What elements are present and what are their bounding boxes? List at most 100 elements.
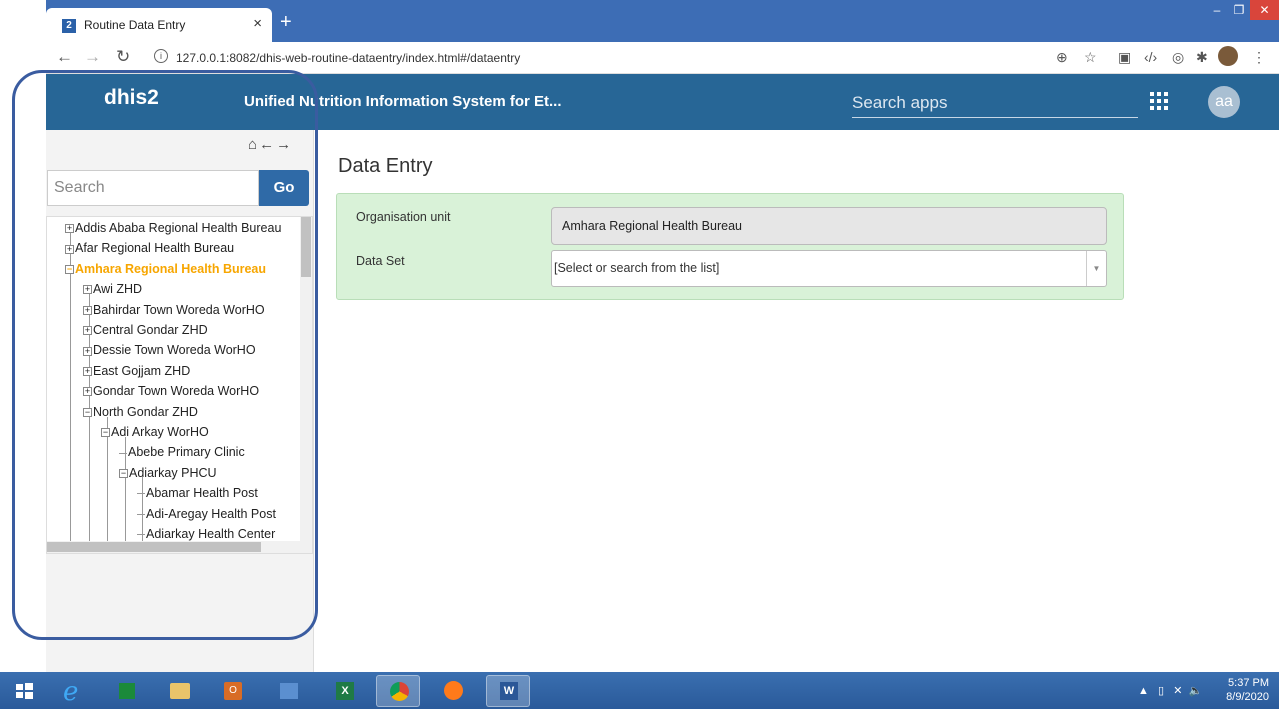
tree-horizontal-scroll-thumb[interactable] <box>47 542 261 552</box>
go-button[interactable]: Go <box>259 170 309 206</box>
menu-dots-icon[interactable]: ⋮ <box>1252 49 1266 66</box>
browser-tab[interactable]: 2 Routine Data Entry × <box>46 8 272 42</box>
collapse-icon[interactable]: − <box>83 407 92 417</box>
left-margin <box>0 0 46 672</box>
excel-icon[interactable]: X <box>323 675 367 707</box>
chrome-icon[interactable] <box>376 675 420 707</box>
forward-arrow-icon[interactable]: → <box>84 47 101 67</box>
extension-circle-icon[interactable]: ◎ <box>1172 49 1184 66</box>
expand-icon[interactable]: + <box>65 244 74 254</box>
tree-item[interactable]: Adi-Aregay Health Post <box>137 507 276 521</box>
reload-icon[interactable]: ↻ <box>116 47 130 67</box>
tree-item[interactable]: Abebe Primary Clinic <box>119 445 245 459</box>
expand-icon[interactable]: + <box>83 387 92 397</box>
tree-item[interactable]: Adiarkay Health Center <box>137 527 275 541</box>
bookmark-star-icon[interactable]: ☆ <box>1084 49 1097 66</box>
expand-icon[interactable]: + <box>83 285 92 295</box>
org-unit-label: Organisation unit <box>356 210 451 224</box>
tree-item-label: Adiarkay PHCU <box>129 465 217 480</box>
collapse-icon[interactable]: − <box>65 265 74 274</box>
tree-vertical-scroll-thumb[interactable] <box>301 217 311 277</box>
tree-item-label: Addis Ababa Regional Health Bureau <box>75 221 282 235</box>
expand-icon[interactable]: + <box>83 346 92 356</box>
data-set-label: Data Set <box>356 254 405 268</box>
tree-item[interactable]: − Amhara Regional Health Bureau <box>65 262 266 276</box>
tree-item-label: East Gojjam ZHD <box>93 363 191 378</box>
data-set-select[interactable]: [Select or search from the list] ▼ <box>551 250 1107 287</box>
extension-s-icon[interactable]: ▣ <box>1118 49 1131 66</box>
restore-icon[interactable]: ❐ <box>1228 0 1250 20</box>
collapse-icon[interactable]: − <box>119 469 128 478</box>
tree-forward-arrow-icon[interactable]: → <box>276 136 293 153</box>
expand-icon[interactable]: + <box>83 305 92 315</box>
tab-favicon-icon: 2 <box>62 19 76 33</box>
tree-leaf-connector <box>137 493 145 495</box>
clock-date: 8/9/2020 <box>1226 691 1269 703</box>
tree-item-label: Adi Arkay WorHO <box>111 425 209 439</box>
user-avatar[interactable]: aa <box>1208 86 1240 118</box>
org-unit-field[interactable]: Amhara Regional Health Bureau <box>551 207 1107 245</box>
expand-icon[interactable]: + <box>65 224 74 234</box>
tree-back-arrow-icon[interactable]: ← <box>259 136 276 153</box>
extension-code-icon[interactable]: ‹/› <box>1144 49 1157 65</box>
expand-icon[interactable]: + <box>83 367 92 376</box>
tree-item-label: Adi-Aregay Health Post <box>146 506 276 521</box>
tree-item[interactable]: − Adi Arkay WorHO <box>101 425 209 439</box>
zoom-icon[interactable]: ⊕ <box>1056 49 1068 66</box>
collapse-icon[interactable]: − <box>101 428 110 438</box>
tree-item[interactable]: Abamar Health Post <box>137 486 258 500</box>
windows-logo-icon <box>16 683 33 699</box>
start-button[interactable] <box>2 675 46 707</box>
system-tray-icons[interactable]: ▲ ▯ ✕ 🔈 <box>1138 684 1202 697</box>
tree-item[interactable]: + East Gojjam ZHD <box>83 364 190 378</box>
dhis2-logo[interactable]: dhis2 <box>104 86 159 110</box>
tree-item[interactable]: + Afar Regional Health Bureau <box>65 241 234 255</box>
app-title: Unified Nutrition Information System for… <box>244 93 562 110</box>
tree-item[interactable]: − North Gondar ZHD <box>83 405 198 419</box>
org-unit-sidebar: ⌂←→ Search Go + Addis Ababa Regional Heal… <box>46 130 314 672</box>
tree-item-label: Abebe Primary Clinic <box>128 445 245 460</box>
address-bar-url[interactable]: 127.0.0.1:8082/dhis-web-routine-dataentr… <box>176 51 520 65</box>
data-entry-form: Organisation unit Amhara Regional Health… <box>336 193 1124 300</box>
org-search-input[interactable]: Search <box>47 170 259 206</box>
site-info-icon[interactable]: i <box>154 49 168 63</box>
firefox-icon[interactable] <box>431 675 475 707</box>
tree-guide-line <box>70 231 71 541</box>
tab-title: Routine Data Entry <box>84 18 186 32</box>
tree-horizontal-scrollbar[interactable] <box>47 541 312 553</box>
tree-item-label: Gondar Town Woreda WorHO <box>93 384 260 399</box>
tree-item-label: Afar Regional Health Bureau <box>75 241 235 256</box>
new-tab-button[interactable]: + <box>280 12 292 32</box>
tab-close-icon[interactable]: × <box>253 15 262 32</box>
tree-leaf-connector <box>137 534 145 536</box>
profile-icon[interactable] <box>1218 46 1238 66</box>
apps-grid-icon[interactable] <box>1150 92 1168 110</box>
tree-item[interactable]: + Dessie Town Woreda WorHO <box>83 343 256 357</box>
store-icon[interactable] <box>105 675 149 707</box>
tree-leaf-connector <box>119 452 127 454</box>
expand-icon[interactable]: + <box>83 326 92 336</box>
file-explorer-icon[interactable] <box>158 675 202 707</box>
tree-nav-controls: ⌂←→ <box>248 136 293 153</box>
tree-item[interactable]: − Adiarkay PHCU <box>119 466 217 480</box>
clock[interactable]: 5:37 PM 8/9/2020 <box>1226 676 1269 704</box>
tree-item[interactable]: + Addis Ababa Regional Health Bureau <box>65 221 281 235</box>
tree-item-label: North Gondar ZHD <box>93 404 198 419</box>
tree-item[interactable]: + Central Gondar ZHD <box>83 323 208 337</box>
home-icon[interactable]: ⌂ <box>248 136 259 153</box>
close-window-icon[interactable]: ✕ <box>1250 0 1279 20</box>
back-arrow-icon[interactable]: ← <box>56 47 73 67</box>
org-unit-tree: + Addis Ababa Regional Health Bureau + Afar… <box>46 216 313 554</box>
minimize-icon[interactable]: – <box>1206 0 1228 20</box>
ie-icon[interactable]: e <box>51 675 95 707</box>
tree-vertical-scrollbar[interactable] <box>300 217 312 543</box>
outlook-icon[interactable]: O <box>211 675 255 707</box>
search-apps-input[interactable]: Search apps <box>852 88 1138 118</box>
network-app-icon[interactable] <box>267 675 311 707</box>
word-icon[interactable]: W <box>486 675 530 707</box>
tree-item[interactable]: + Gondar Town Woreda WorHO <box>83 384 259 398</box>
tree-item[interactable]: + Awi ZHD <box>83 282 142 296</box>
dropdown-arrow-icon[interactable]: ▼ <box>1086 251 1106 286</box>
tree-item[interactable]: + Bahirdar Town Woreda WorHO <box>83 303 265 317</box>
extensions-puzzle-icon[interactable]: ✱ <box>1196 49 1208 66</box>
